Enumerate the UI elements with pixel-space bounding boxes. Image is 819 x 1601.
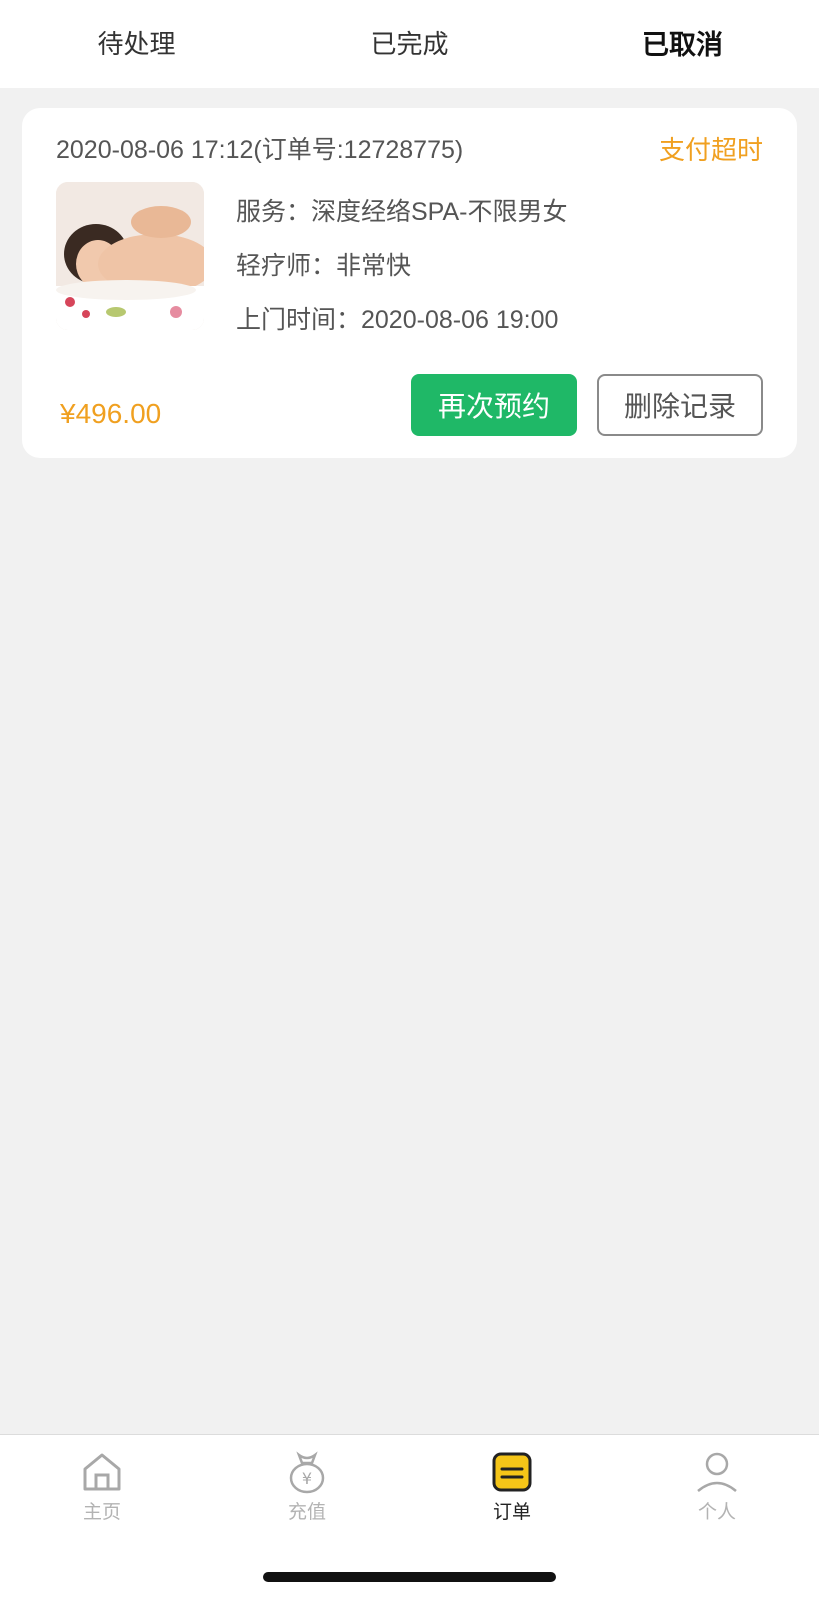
home-indicator: [263, 1572, 556, 1582]
therapist-name: 轻疗师：非常快: [236, 252, 412, 280]
money-bag-icon: ¥: [289, 1451, 325, 1494]
order-card[interactable]: 2020-08-06 17:12(订单号:12728775) 支付超时 服务：深…: [22, 108, 797, 458]
order-info: 服务：深度经络SPA-不限男女 轻疗师：非常快 上门时间：2020-08-06 …: [236, 194, 568, 356]
nav-item-profile[interactable]: 个人: [657, 1449, 777, 1524]
svg-text:¥: ¥: [302, 1469, 312, 1488]
nav-item-home[interactable]: 主页: [42, 1449, 162, 1524]
home-icon: [83, 1453, 121, 1491]
order-list-icon: [492, 1452, 532, 1492]
visit-time: 上门时间：2020-08-06 19:00: [236, 306, 559, 334]
tab-pending[interactable]: 待处理: [0, 0, 273, 88]
order-tabs: 待处理 已完成 已取消: [0, 0, 819, 88]
spa-massage-image: [56, 182, 204, 330]
service-name: 服务：深度经络SPA-不限男女: [236, 198, 568, 226]
order-status: 支付超时: [658, 135, 763, 166]
order-card-header: 2020-08-06 17:12(订单号:12728775) 支付超时: [56, 130, 763, 166]
service-thumbnail: [56, 182, 204, 330]
nav-label-home: 主页: [82, 1501, 121, 1523]
order-price: ¥496.00: [60, 398, 162, 429]
nav-label-profile: 个人: [697, 1501, 736, 1523]
nav-label-recharge: 充值: [287, 1501, 326, 1523]
tab-completed[interactable]: 已完成: [273, 0, 546, 88]
order-time-number: 2020-08-06 17:12(订单号:12728775): [56, 136, 464, 164]
nav-item-recharge[interactable]: ¥ 充值: [247, 1449, 367, 1524]
delete-record-button[interactable]: 删除记录: [597, 374, 763, 436]
tab-cancelled[interactable]: 已取消: [546, 0, 819, 88]
rebook-button[interactable]: 再次预约: [411, 374, 577, 436]
user-icon: [697, 1452, 737, 1492]
nav-item-orders[interactable]: 订单: [452, 1449, 572, 1524]
nav-label-orders: 订单: [492, 1501, 531, 1523]
